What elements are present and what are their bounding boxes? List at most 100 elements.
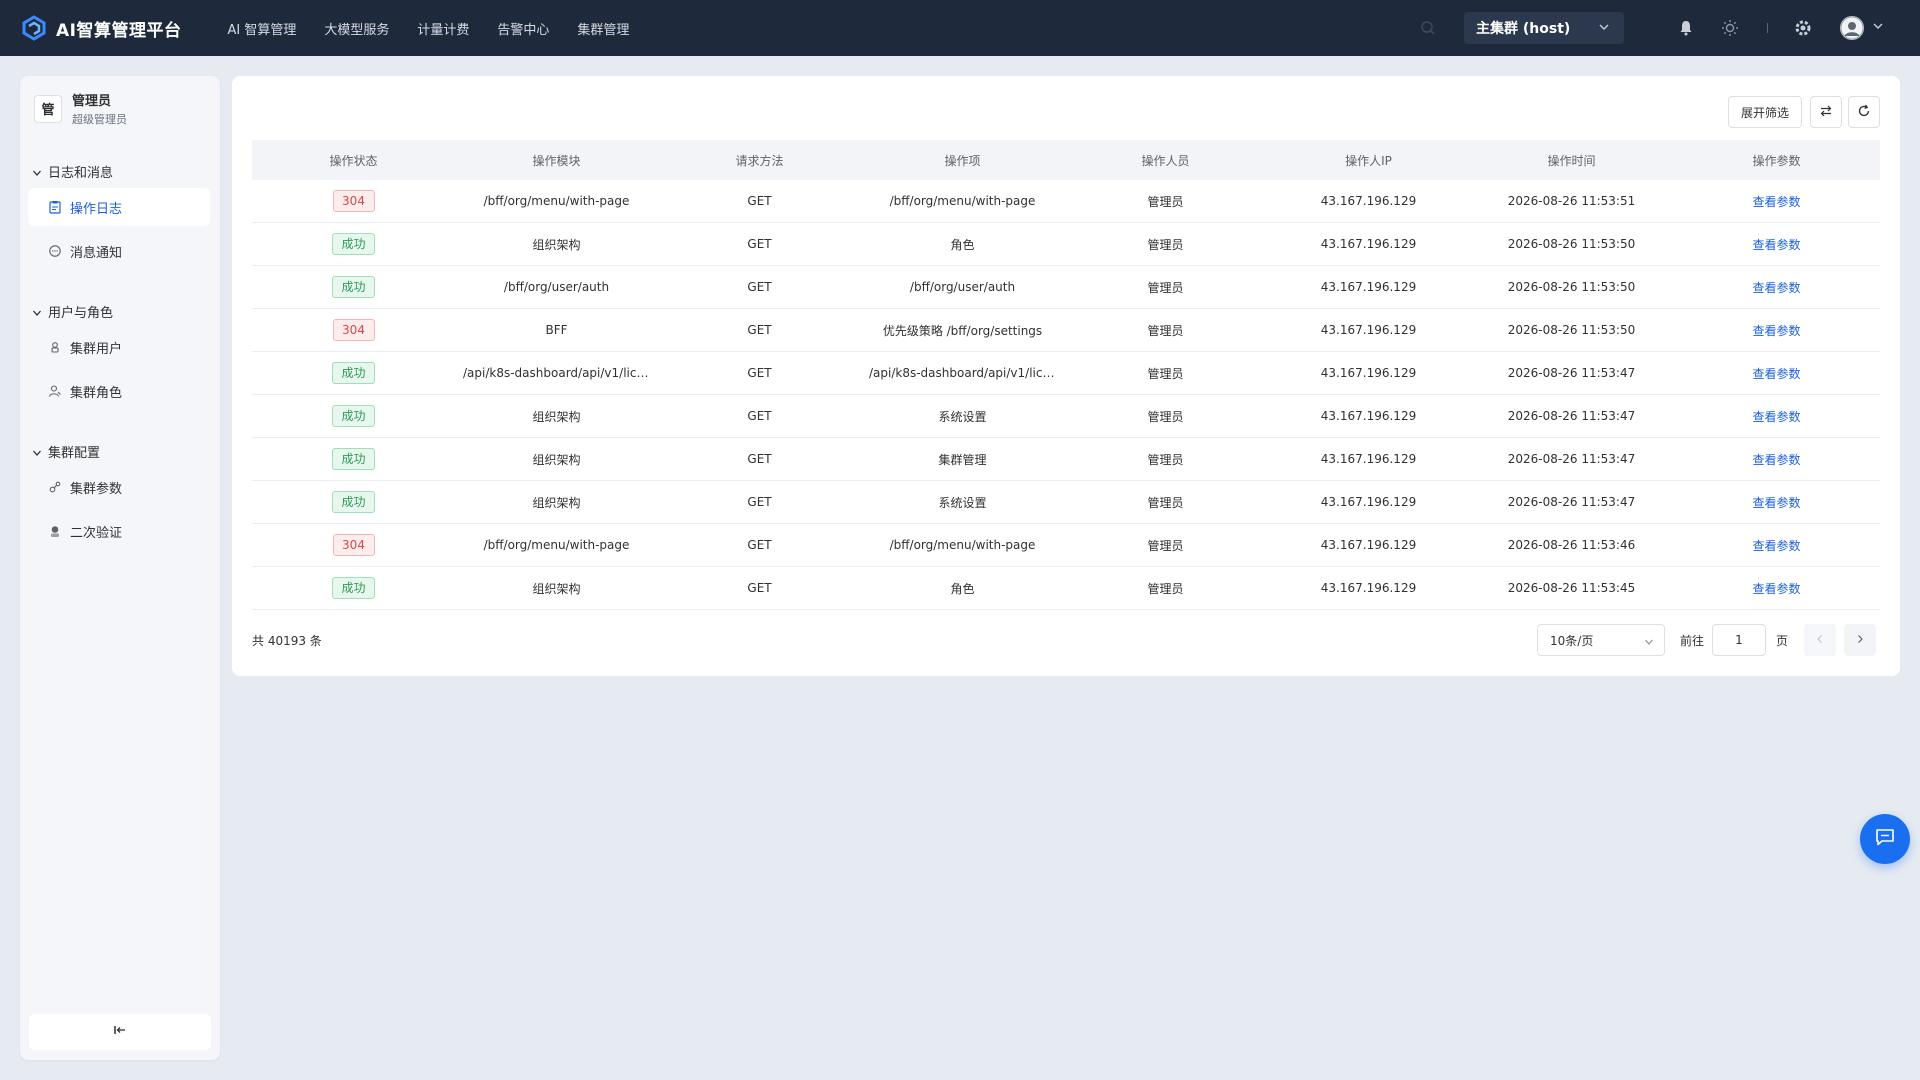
topnav-alerts[interactable]: 告警中心 [497, 19, 549, 38]
cell-item: 角色 [861, 236, 1064, 253]
goto-label: 前往 [1680, 634, 1705, 648]
gear-icon[interactable] [1793, 18, 1813, 38]
group-users-roles[interactable]: 用户与角色 [32, 302, 113, 321]
sidebar: 管 管理员 超级管理员 日志和消息 操作日志 消息通知 用户与角色 集群用户 集… [20, 76, 220, 1060]
group-cluster-config[interactable]: 集群配置 [32, 442, 100, 461]
cell-text: 2026-08-26 11:53:51 [1507, 194, 1636, 208]
cell-status: 成功 [252, 233, 455, 255]
cell-ip: 43.167.196.129 [1267, 409, 1470, 423]
view-params-link[interactable]: 查看参数 [1752, 367, 1800, 381]
cell-text: 角色 [950, 237, 975, 252]
sidebar-item-label: 消息通知 [70, 245, 123, 261]
status-badge: 成功 [332, 362, 375, 384]
cell-method: GET [658, 581, 861, 595]
view-params-link[interactable]: 查看参数 [1752, 410, 1800, 424]
prev-page-button[interactable] [1804, 624, 1836, 656]
logo[interactable]: AI智算管理平台 [20, 14, 181, 42]
sidebar-item-operation-log[interactable]: 操作日志 [28, 188, 210, 226]
view-params-link[interactable]: 查看参数 [1752, 238, 1800, 252]
view-params-link[interactable]: 查看参数 [1752, 582, 1800, 596]
sidebar-item-label: 二次验证 [70, 525, 123, 541]
search-icon[interactable] [1420, 20, 1436, 36]
cell-text: 43.167.196.129 [1320, 194, 1417, 208]
sidebar-item-cluster-params[interactable]: 集群参数 [28, 468, 210, 506]
cell-text: GET [747, 495, 772, 509]
cell-text: 2026-08-26 11:53:50 [1507, 280, 1636, 294]
user-role-icon [48, 384, 62, 398]
chevron-down-icon [32, 307, 42, 317]
view-params-link[interactable]: 查看参数 [1752, 281, 1800, 295]
sidebar-item-notifications[interactable]: 消息通知 [28, 232, 210, 270]
column-settings-button[interactable] [1810, 96, 1842, 128]
cell-status: 成功 [252, 577, 455, 599]
group-logs-messages[interactable]: 日志和消息 [32, 162, 113, 181]
cell-status: 304 [252, 534, 455, 556]
cell-text: /bff/org/menu/with-page [483, 538, 630, 552]
refresh-button[interactable] [1848, 96, 1880, 128]
cell-time: 2026-08-26 11:53:47 [1470, 452, 1673, 466]
table-row: 成功 组织架构 GET 系统设置 管理员 43.167.196.129 2026-08-26… [252, 481, 1880, 524]
top-nav: AI 智算管理 大模型服务 计量计费 告警中心 集群管理 [227, 19, 657, 38]
cell-text: GET [747, 409, 772, 423]
cell-time: 2026-08-26 11:53:50 [1470, 237, 1673, 251]
cell-text: 组织架构 [532, 495, 581, 510]
cell-action: 查看参数 [1673, 451, 1880, 468]
goto-page-input[interactable] [1712, 624, 1766, 656]
view-params-link[interactable]: 查看参数 [1752, 195, 1800, 209]
sidebar-item-label: 集群角色 [70, 385, 123, 401]
cell-module: /api/k8s-dashboard/api/v1/licens… [455, 366, 658, 380]
cell-method: GET [658, 280, 861, 294]
collapse-sidebar-button[interactable] [29, 1014, 211, 1050]
view-params-link[interactable]: 查看参数 [1752, 539, 1800, 553]
table-row: 成功 组织架构 GET 集群管理 管理员 43.167.196.129 2026-08-26… [252, 438, 1880, 481]
cell-module: 组织架构 [455, 451, 658, 468]
cell-method: GET [658, 495, 861, 509]
topnav-cluster[interactable]: 集群管理 [577, 19, 629, 38]
cell-time: 2026-08-26 11:53:47 [1470, 409, 1673, 423]
cell-text: GET [747, 452, 772, 466]
chevron-right-icon [1855, 633, 1865, 648]
topnav-ai-compute[interactable]: AI 智算管理 [227, 19, 296, 38]
total-count: 共 40193 条 [252, 634, 322, 648]
status-badge: 304 [332, 190, 375, 212]
topnav-billing[interactable]: 计量计费 [417, 19, 469, 38]
topnav-llm-service[interactable]: 大模型服务 [324, 19, 389, 38]
cell-text: /bff/org/user/auth [503, 280, 610, 294]
collapse-icon [113, 1024, 127, 1040]
chat-button[interactable] [1860, 814, 1910, 864]
next-page-button[interactable] [1844, 624, 1876, 656]
status-badge: 成功 [332, 491, 375, 513]
cell-ip: 43.167.196.129 [1267, 538, 1470, 552]
users-icon [48, 340, 62, 354]
user-badge: 管 [34, 94, 62, 123]
cell-text: 组织架构 [532, 409, 581, 424]
cell-ip: 43.167.196.129 [1267, 581, 1470, 595]
cluster-select[interactable]: 主集群 (host) [1464, 12, 1624, 44]
sun-icon[interactable] [1720, 18, 1740, 38]
cell-operator: 管理员 [1064, 279, 1267, 296]
sidebar-item-cluster-roles[interactable]: 集群角色 [28, 372, 210, 410]
cell-item: 集群管理 [861, 451, 1064, 468]
status-badge: 成功 [332, 577, 375, 599]
cell-text: 2026-08-26 11:53:50 [1507, 237, 1636, 251]
table-header: 操作状态 操作模块 请求方法 操作项 操作人员 操作人IP 操作时间 操作参数 [252, 140, 1880, 180]
cell-item: /api/k8s-dashboard/api/v1/licens… [861, 366, 1064, 380]
user-menu[interactable] [1840, 16, 1884, 40]
cell-text: 管理员 [1147, 237, 1184, 252]
cell-text: 2026-08-26 11:53:47 [1507, 452, 1636, 466]
table-body: 304/bff/org/menu/with-page GET/bff/org/me… [252, 180, 1880, 610]
cell-operator: 管理员 [1064, 494, 1267, 511]
view-params-link[interactable]: 查看参数 [1752, 453, 1800, 467]
cell-text: 2026-08-26 11:53:50 [1507, 323, 1636, 337]
sidebar-item-2fa[interactable]: 二次验证 [28, 512, 210, 550]
cluster-select-value: 主集群 (host) [1476, 21, 1571, 37]
sidebar-item-cluster-users[interactable]: 集群用户 [28, 328, 210, 366]
params-icon [48, 480, 62, 494]
cell-module: /bff/org/user/auth [455, 280, 658, 294]
view-params-link[interactable]: 查看参数 [1752, 324, 1800, 338]
page-size-select[interactable]: 10条/页 [1537, 624, 1665, 656]
bell-icon[interactable] [1676, 18, 1696, 38]
view-params-link[interactable]: 查看参数 [1752, 496, 1800, 510]
expand-filter-button[interactable]: 展开筛选 [1728, 96, 1802, 128]
table-row: 成功 组织架构 GET 系统设置 管理员 43.167.196.129 2026-08-26… [252, 395, 1880, 438]
